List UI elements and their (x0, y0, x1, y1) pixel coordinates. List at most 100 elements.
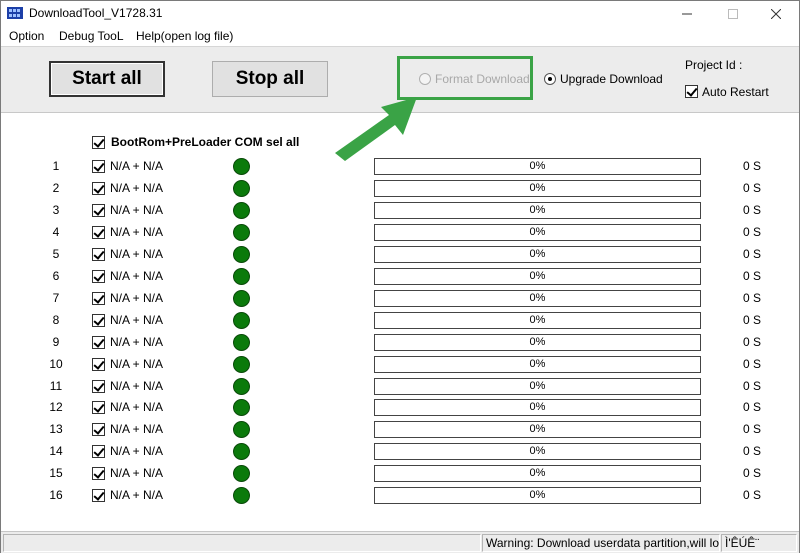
table-row: 5 N/A + N/A 0% 0 S (1, 244, 799, 266)
row-status-led (233, 399, 250, 417)
row-com-port: N/A + N/A (110, 356, 164, 371)
row-checkbox[interactable] (92, 401, 105, 415)
row-progress-bar: 0% (374, 443, 701, 461)
table-row: 14 N/A + N/A 0% 0 S (1, 441, 799, 463)
row-progress-text: 0% (529, 445, 546, 458)
row-checkbox[interactable] (92, 489, 105, 503)
status-warning: Warning: Download userdata partition,wil… (482, 534, 720, 552)
row-progress-text: 0% (529, 401, 546, 414)
row-status-led (233, 355, 250, 373)
menu-debug-tool[interactable]: Debug TooL (59, 29, 124, 43)
row-time: 0 S (743, 159, 762, 173)
row-time: 0 S (743, 180, 762, 195)
row-status-led (233, 421, 250, 439)
row-progress-text: 0% (529, 203, 546, 216)
status-bar: Warning: Download userdata partition,wil… (1, 531, 799, 553)
close-icon (771, 8, 781, 19)
minimize-button[interactable] (664, 1, 710, 26)
row-time: 0 S (743, 356, 762, 371)
row-checkbox[interactable] (92, 357, 105, 371)
row-progress-text: 0% (529, 313, 546, 326)
row-com-port: N/A + N/A (110, 159, 164, 173)
row-time: 0 S (743, 400, 762, 415)
row-checkbox[interactable] (92, 160, 105, 173)
row-progress-bar: 0% (374, 465, 701, 483)
app-logo-icon (7, 7, 23, 19)
row-number: 4 (52, 224, 60, 239)
table-row: 15 N/A + N/A 0% 0 S (1, 463, 799, 485)
row-progress-text: 0% (529, 335, 546, 348)
table-row: 13 N/A + N/A 0% 0 S (1, 419, 799, 441)
row-time: 0 S (743, 422, 762, 437)
table-row: 6 N/A + N/A 0% 0 S (1, 266, 799, 288)
row-progress-bar: 0% (374, 311, 701, 329)
row-progress-text: 0% (529, 357, 546, 370)
title-bar[interactable]: DownloadTool_V1728.31 (1, 1, 799, 26)
row-number: 7 (52, 290, 60, 305)
menu-help[interactable]: Help(open log file) (136, 29, 233, 43)
row-time: 0 S (743, 224, 762, 239)
status-cell-blank (3, 534, 481, 552)
row-checkbox[interactable] (92, 225, 105, 239)
auto-restart-checkbox[interactable] (685, 85, 698, 98)
row-com-port: N/A + N/A (110, 378, 164, 393)
row-progress-bar: 0% (374, 399, 701, 417)
row-checkbox[interactable] (92, 269, 105, 283)
row-checkbox[interactable] (92, 203, 105, 217)
row-status-led (233, 311, 250, 329)
row-com-port: N/A + N/A (110, 334, 164, 349)
upgrade-download-radio[interactable] (544, 73, 556, 85)
row-checkbox[interactable] (92, 247, 105, 261)
format-download-radio[interactable] (419, 73, 431, 85)
row-com-port: N/A + N/A (110, 290, 164, 305)
row-checkbox[interactable] (92, 335, 105, 349)
maximize-icon (728, 8, 738, 19)
status-extra: Ì'ÊÚÊ¨ (721, 534, 797, 552)
row-progress-bar: 0% (374, 201, 701, 219)
row-progress-bar: 0% (374, 179, 701, 197)
row-checkbox[interactable] (92, 313, 105, 327)
row-time: 0 S (743, 378, 762, 393)
table-row: 4 N/A + N/A 0% 0 S (1, 222, 799, 244)
row-number: 2 (52, 180, 60, 195)
table-row: 3 N/A + N/A 0% 0 S (1, 200, 799, 222)
row-status-led (233, 333, 250, 351)
table-row: 10 N/A + N/A 0% 0 S (1, 354, 799, 376)
row-checkbox[interactable] (92, 445, 105, 459)
menu-option[interactable]: Option (9, 29, 44, 43)
row-progress-bar: 0% (374, 333, 701, 351)
row-progress-text: 0% (529, 247, 546, 260)
row-com-port: N/A + N/A (110, 422, 164, 437)
row-number: 13 (49, 422, 63, 437)
minimize-icon (682, 13, 692, 14)
row-time: 0 S (743, 334, 762, 349)
row-number: 6 (52, 268, 60, 283)
row-status-led (233, 179, 250, 197)
maximize-button[interactable] (710, 1, 756, 26)
stop-all-button[interactable]: Stop all (212, 61, 328, 97)
sel-all-checkbox[interactable] (92, 136, 105, 149)
row-progress-bar: 0% (374, 267, 701, 285)
row-com-port: N/A + N/A (110, 224, 164, 239)
row-checkbox[interactable] (92, 181, 105, 195)
row-checkbox[interactable] (92, 379, 105, 393)
row-time: 0 S (743, 290, 762, 305)
row-progress-text: 0% (529, 467, 546, 480)
row-time: 0 S (743, 246, 762, 261)
row-number: 5 (52, 246, 60, 261)
row-status-led (233, 487, 250, 505)
window-title: DownloadTool_V1728.31 (29, 6, 163, 20)
row-progress-text: 0% (529, 291, 546, 304)
row-checkbox[interactable] (92, 291, 105, 305)
row-checkbox[interactable] (92, 467, 105, 481)
row-checkbox[interactable] (92, 423, 105, 437)
row-com-port: N/A + N/A (110, 180, 164, 195)
start-all-button[interactable]: Start all (49, 61, 165, 97)
row-com-port: N/A + N/A (110, 466, 164, 481)
table-row: 8 N/A + N/A 0% 0 S (1, 310, 799, 332)
row-progress-bar: 0% (374, 377, 701, 395)
row-com-port: N/A + N/A (110, 246, 164, 261)
row-status-led (233, 289, 250, 307)
close-button[interactable] (753, 1, 799, 26)
upgrade-download-label: Upgrade Download (560, 72, 663, 86)
